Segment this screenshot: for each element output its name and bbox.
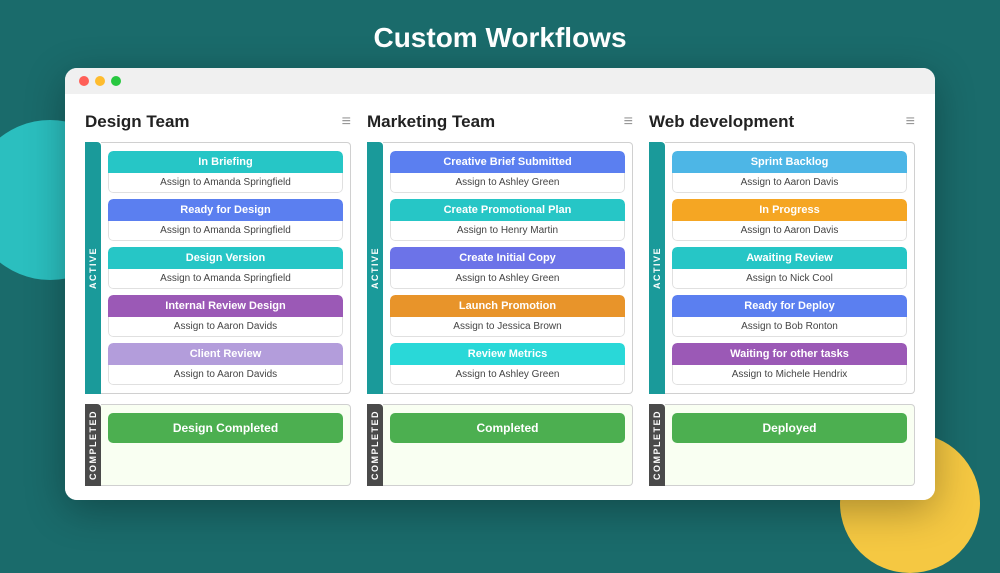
task-assignee: Assign to Aaron Davis bbox=[672, 221, 907, 241]
completed-content-design-team: Design Completed bbox=[101, 404, 351, 486]
page-title: Custom Workflows bbox=[0, 0, 1000, 68]
columns-wrapper: Design Team≡ACTIVEIn BriefingAssign to A… bbox=[85, 112, 915, 486]
column-menu-icon-marketing-team[interactable]: ≡ bbox=[624, 113, 633, 131]
task-assignee: Assign to Michele Hendrix bbox=[672, 365, 907, 385]
column-marketing-team: Marketing Team ≡ ACTIVE Creative Brief Subm… bbox=[367, 112, 633, 486]
task-label: Create Promotional Plan bbox=[390, 199, 625, 221]
task-card[interactable]: Design VersionAssign to Amanda Springfie… bbox=[108, 247, 343, 289]
task-assignee: Assign to Ashley Green bbox=[390, 365, 625, 385]
task-label: Waiting for other tasks bbox=[672, 343, 907, 365]
task-card[interactable]: Creative Brief SubmittedAssign to Ashley… bbox=[390, 151, 625, 193]
task-label: Internal Review Design bbox=[108, 295, 343, 317]
completed-content-marketing-team: Completed bbox=[383, 404, 633, 486]
task-assignee: Assign to Ashley Green bbox=[390, 269, 625, 289]
task-card[interactable]: Ready for DesignAssign to Amanda Springf… bbox=[108, 199, 343, 241]
task-assignee: Assign to Amanda Springfield bbox=[108, 269, 343, 289]
task-label: Create Initial Copy bbox=[390, 247, 625, 269]
task-card[interactable]: Create Promotional PlanAssign to Henry M… bbox=[390, 199, 625, 241]
browser-dot-red[interactable] bbox=[79, 76, 89, 86]
active-label-web-development: ACTIVE bbox=[649, 142, 665, 394]
task-assignee: Assign to Henry Martin bbox=[390, 221, 625, 241]
task-card[interactable]: Client ReviewAssign to Aaron Davids bbox=[108, 343, 343, 385]
column-title-design-team: Design Team bbox=[85, 112, 190, 132]
task-card[interactable]: Create Initial CopyAssign to Ashley Gree… bbox=[390, 247, 625, 289]
completed-btn-design-team[interactable]: Design Completed bbox=[108, 413, 343, 443]
browser-dot-yellow[interactable] bbox=[95, 76, 105, 86]
completed-section-web-development: COMPLETED Deployed bbox=[649, 404, 915, 486]
task-card[interactable]: In ProgressAssign to Aaron Davis bbox=[672, 199, 907, 241]
completed-section-design-team: COMPLETED Design Completed bbox=[85, 404, 351, 486]
task-label: In Progress bbox=[672, 199, 907, 221]
task-label: Client Review bbox=[108, 343, 343, 365]
task-card[interactable]: Waiting for other tasksAssign to Michele… bbox=[672, 343, 907, 385]
completed-label-web-development: COMPLETED bbox=[649, 404, 665, 486]
task-card[interactable]: Awaiting ReviewAssign to Nick Cool bbox=[672, 247, 907, 289]
completed-label-design-team: COMPLETED bbox=[85, 404, 101, 486]
column-header-web-development: Web development ≡ bbox=[649, 112, 915, 132]
task-card[interactable]: Review MetricsAssign to Ashley Green bbox=[390, 343, 625, 385]
task-assignee: Assign to Aaron Davis bbox=[672, 173, 907, 193]
completed-content-web-development: Deployed bbox=[665, 404, 915, 486]
task-assignee: Assign to Aaron Davids bbox=[108, 365, 343, 385]
active-section-marketing-team: ACTIVECreative Brief SubmittedAssign to … bbox=[367, 142, 633, 394]
tasks-list-design-team: In BriefingAssign to Amanda SpringfieldR… bbox=[101, 142, 351, 394]
column-menu-icon-design-team[interactable]: ≡ bbox=[342, 113, 351, 131]
task-card[interactable]: Launch PromotionAssign to Jessica Brown bbox=[390, 295, 625, 337]
column-header-marketing-team: Marketing Team ≡ bbox=[367, 112, 633, 132]
task-assignee: Assign to Jessica Brown bbox=[390, 317, 625, 337]
task-label: Creative Brief Submitted bbox=[390, 151, 625, 173]
task-label: In Briefing bbox=[108, 151, 343, 173]
completed-section-marketing-team: COMPLETED Completed bbox=[367, 404, 633, 486]
task-label: Review Metrics bbox=[390, 343, 625, 365]
task-card[interactable]: Internal Review DesignAssign to Aaron Da… bbox=[108, 295, 343, 337]
column-menu-icon-web-development[interactable]: ≡ bbox=[906, 113, 915, 131]
task-label: Launch Promotion bbox=[390, 295, 625, 317]
completed-btn-marketing-team[interactable]: Completed bbox=[390, 413, 625, 443]
active-label-design-team: ACTIVE bbox=[85, 142, 101, 394]
completed-btn-web-development[interactable]: Deployed bbox=[672, 413, 907, 443]
tasks-list-marketing-team: Creative Brief SubmittedAssign to Ashley… bbox=[383, 142, 633, 394]
task-card[interactable]: Sprint BacklogAssign to Aaron Davis bbox=[672, 151, 907, 193]
task-label: Awaiting Review bbox=[672, 247, 907, 269]
browser-dot-green[interactable] bbox=[111, 76, 121, 86]
task-assignee: Assign to Amanda Springfield bbox=[108, 173, 343, 193]
task-card[interactable]: Ready for DeployAssign to Bob Ronton bbox=[672, 295, 907, 337]
task-assignee: Assign to Nick Cool bbox=[672, 269, 907, 289]
task-card[interactable]: In BriefingAssign to Amanda Springfield bbox=[108, 151, 343, 193]
column-header-design-team: Design Team ≡ bbox=[85, 112, 351, 132]
task-assignee: Assign to Amanda Springfield bbox=[108, 221, 343, 241]
task-label: Design Version bbox=[108, 247, 343, 269]
task-assignee: Assign to Aaron Davids bbox=[108, 317, 343, 337]
column-title-marketing-team: Marketing Team bbox=[367, 112, 495, 132]
browser-window: Design Team≡ACTIVEIn BriefingAssign to A… bbox=[65, 68, 935, 500]
task-assignee: Assign to Bob Ronton bbox=[672, 317, 907, 337]
task-label: Ready for Deploy bbox=[672, 295, 907, 317]
browser-content: Design Team≡ACTIVEIn BriefingAssign to A… bbox=[65, 94, 935, 500]
task-assignee: Assign to Ashley Green bbox=[390, 173, 625, 193]
column-web-development: Web development≡ACTIVESprint BacklogAssi… bbox=[649, 112, 915, 486]
active-section-design-team: ACTIVEIn BriefingAssign to Amanda Spring… bbox=[85, 142, 351, 394]
browser-bar bbox=[65, 68, 935, 94]
completed-label-marketing-team: COMPLETED bbox=[367, 404, 383, 486]
active-section-web-development: ACTIVESprint BacklogAssign to Aaron Davi… bbox=[649, 142, 915, 394]
column-title-web-development: Web development bbox=[649, 112, 794, 132]
tasks-list-web-development: Sprint BacklogAssign to Aaron DavisIn Pr… bbox=[665, 142, 915, 394]
column-design-team: Design Team≡ACTIVEIn BriefingAssign to A… bbox=[85, 112, 351, 486]
task-label: Ready for Design bbox=[108, 199, 343, 221]
task-label: Sprint Backlog bbox=[672, 151, 907, 173]
active-label-marketing-team: ACTIVE bbox=[367, 142, 383, 394]
